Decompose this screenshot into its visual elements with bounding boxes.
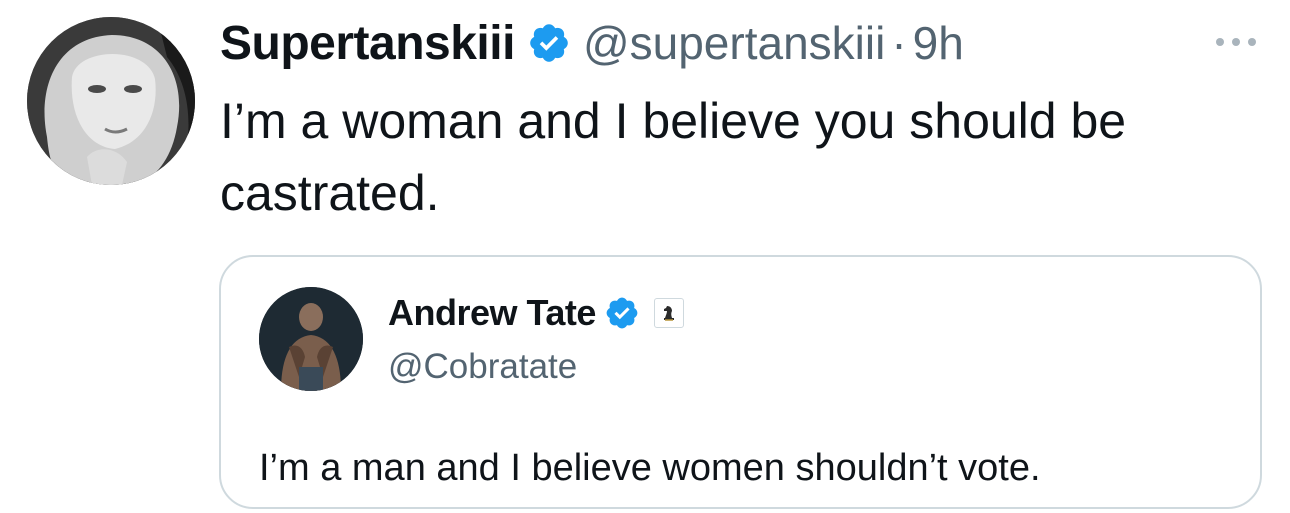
author-name[interactable]: Supertanskiii <box>220 16 515 71</box>
quoted-author-handle[interactable]: @Cobratate <box>388 347 577 387</box>
more-options-icon[interactable] <box>1213 32 1259 52</box>
tweet-text: I’m a woman and I believe you should be … <box>220 93 1127 221</box>
quoted-author-avatar[interactable] <box>259 287 363 391</box>
separator-dot: · <box>891 17 907 69</box>
quoted-tweet[interactable]: Andrew Tate @Cobratate I’m a man and I b… <box>219 255 1262 509</box>
author-handle[interactable]: @supertanskiii <box>583 16 885 70</box>
author-photo <box>27 17 195 185</box>
quoted-header: Andrew Tate <box>388 292 684 334</box>
timestamp[interactable]: 9h <box>913 16 964 70</box>
tweet-header: Supertanskiii @supertanskiii · 9h <box>220 12 964 74</box>
tweet[interactable]: Supertanskiii @supertanskiii · 9h I’m a … <box>0 0 1290 513</box>
quoted-author-name[interactable]: Andrew Tate <box>388 292 596 334</box>
chess-knight-icon[interactable] <box>653 298 684 328</box>
quoted-tweet-text: I’m a man and I believe women shouldn’t … <box>259 447 1041 489</box>
quoted-verified-badge-icon[interactable] <box>604 295 640 331</box>
quoted-author-photo <box>259 287 363 391</box>
author-avatar[interactable] <box>27 17 195 185</box>
verified-badge-icon[interactable] <box>527 21 571 65</box>
